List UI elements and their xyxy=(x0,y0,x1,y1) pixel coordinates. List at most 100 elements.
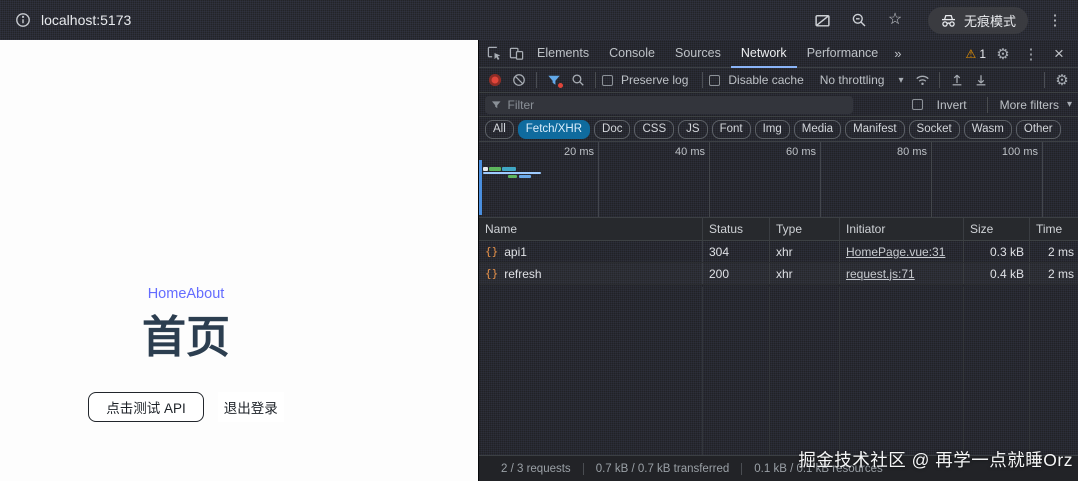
tab-sources[interactable]: Sources xyxy=(665,40,731,68)
request-name: refresh xyxy=(504,267,541,281)
table-row[interactable]: {} refresh 200 xhr request.js:71 0.4 kB … xyxy=(479,263,1078,285)
page-info-icon[interactable] xyxy=(14,11,32,29)
browser-menu-icon[interactable]: ⋮ xyxy=(1046,11,1064,29)
chip-media[interactable]: Media xyxy=(794,120,841,139)
devtools-close-icon[interactable]: × xyxy=(1048,44,1070,64)
timeline-gridline xyxy=(931,142,932,217)
timeline-tick: 60 ms xyxy=(760,146,816,158)
chip-img[interactable]: Img xyxy=(755,120,790,139)
resource-type-chips: All Fetch/XHR Doc CSS JS Font Img Media … xyxy=(479,117,1078,142)
devtools-panel: Elements Console Sources Network Perform… xyxy=(478,40,1078,481)
filter-options: Invert More filters ▾ xyxy=(912,97,1072,113)
inspect-element-icon[interactable] xyxy=(483,44,505,64)
filter-active-dot xyxy=(558,83,563,88)
chip-manifest[interactable]: Manifest xyxy=(845,120,904,139)
invert-label[interactable]: Invert xyxy=(937,98,967,112)
chip-css[interactable]: CSS xyxy=(634,120,674,139)
disable-cache-checkbox[interactable] xyxy=(709,75,720,86)
export-har-icon[interactable] xyxy=(970,70,992,90)
divider xyxy=(939,72,940,88)
tab-console[interactable]: Console xyxy=(599,40,665,68)
col-header-time[interactable]: Time xyxy=(1029,218,1078,240)
network-overview[interactable]: 20 ms 40 ms 60 ms 80 ms 100 ms xyxy=(479,142,1078,218)
preserve-log-label[interactable]: Preserve log xyxy=(621,73,688,87)
request-name-cell: {} refresh xyxy=(479,263,702,284)
search-network-icon[interactable] xyxy=(567,70,589,90)
app-page: HomeAbout 首页 点击测试 API 退出登录 xyxy=(0,40,478,481)
chip-js[interactable]: JS xyxy=(678,120,707,139)
network-conditions-icon[interactable] xyxy=(911,70,933,90)
invert-checkbox[interactable] xyxy=(912,99,923,110)
filter-icon[interactable] xyxy=(543,70,565,90)
initiator-link[interactable]: HomePage.vue:31 xyxy=(846,245,945,259)
address-url[interactable]: localhost:5173 xyxy=(41,12,131,28)
import-har-icon[interactable] xyxy=(946,70,968,90)
browser-actions: ☆ 无痕模式 ⋮ xyxy=(814,7,1078,34)
waterfall-bar xyxy=(502,167,516,171)
col-header-type[interactable]: Type xyxy=(769,218,839,240)
col-header-initiator[interactable]: Initiator xyxy=(839,218,963,240)
timeline-tick: 20 ms xyxy=(538,146,594,158)
search-icon[interactable] xyxy=(850,11,868,29)
filter-input[interactable] xyxy=(507,98,847,112)
device-toolbar-icon[interactable] xyxy=(505,44,527,64)
preserve-log-checkbox[interactable] xyxy=(602,75,613,86)
chevron-down-icon: ▾ xyxy=(1067,99,1072,110)
request-type: xhr xyxy=(769,263,839,284)
issues-counter[interactable]: ⚠ 1 xyxy=(966,47,986,61)
test-api-button[interactable]: 点击测试 API xyxy=(88,392,204,422)
overview-window-handle[interactable] xyxy=(479,160,482,215)
nav-link-home[interactable]: Home xyxy=(148,286,187,302)
request-name-cell: {} api1 xyxy=(479,241,702,262)
column-separator xyxy=(963,287,964,455)
bookmark-star-icon[interactable]: ☆ xyxy=(886,11,904,29)
address-bar[interactable]: localhost:5173 xyxy=(0,11,131,29)
network-settings-icon[interactable]: ⚙ xyxy=(1051,70,1073,90)
tab-elements[interactable]: Elements xyxy=(527,40,599,68)
more-filters-dropdown[interactable]: More filters ▾ xyxy=(1000,98,1072,112)
timeline-gridline xyxy=(709,142,710,217)
initiator-link[interactable]: request.js:71 xyxy=(846,267,915,281)
chip-other[interactable]: Other xyxy=(1016,120,1061,139)
timeline-tick: 100 ms xyxy=(982,146,1038,158)
request-type: xhr xyxy=(769,241,839,262)
col-header-status[interactable]: Status xyxy=(702,218,769,240)
chip-all[interactable]: All xyxy=(485,120,514,139)
col-header-size[interactable]: Size xyxy=(963,218,1029,240)
record-network-log-icon[interactable] xyxy=(489,74,501,86)
chip-socket[interactable]: Socket xyxy=(909,120,960,139)
tab-performance[interactable]: Performance xyxy=(797,40,889,68)
logout-button[interactable]: 退出登录 xyxy=(218,392,284,422)
devtools-tabbar: Elements Console Sources Network Perform… xyxy=(479,40,1078,68)
col-header-name[interactable]: Name xyxy=(479,218,702,240)
chip-doc[interactable]: Doc xyxy=(594,120,630,139)
warning-icon: ⚠ xyxy=(966,47,977,61)
chip-fetch-xhr[interactable]: Fetch/XHR xyxy=(518,120,590,139)
timeline-tick: 80 ms xyxy=(871,146,927,158)
tab-network[interactable]: Network xyxy=(731,40,797,68)
network-toolbar: Preserve log Disable cache No throttling… xyxy=(479,68,1078,93)
divider xyxy=(1044,72,1045,88)
incognito-label: 无痕模式 xyxy=(964,11,1016,30)
timeline-gridline xyxy=(1042,142,1043,217)
timeline-gridline xyxy=(598,142,599,217)
request-name: api1 xyxy=(504,245,527,259)
disable-cache-label[interactable]: Disable cache xyxy=(728,73,803,87)
timeline-gridline xyxy=(820,142,821,217)
devtools-settings-icon[interactable]: ⚙ xyxy=(992,44,1014,64)
page-actions: 点击测试 API 退出登录 xyxy=(0,392,372,422)
divider xyxy=(536,72,537,88)
nav-link-about[interactable]: About xyxy=(186,286,224,302)
more-tabs-icon[interactable]: » xyxy=(888,46,907,61)
request-time: 2 ms xyxy=(1029,241,1078,262)
throttling-select[interactable]: No throttling ▾ xyxy=(820,73,904,87)
devtools-menu-icon[interactable]: ⋮ xyxy=(1020,44,1042,64)
column-separator xyxy=(769,287,770,455)
chip-wasm[interactable]: Wasm xyxy=(964,120,1012,139)
chip-font[interactable]: Font xyxy=(712,120,751,139)
clear-network-log-icon[interactable] xyxy=(508,70,530,90)
table-row[interactable]: {} api1 304 xhr HomePage.vue:31 0.3 kB 2… xyxy=(479,241,1078,263)
divider xyxy=(702,72,703,88)
filter-input-box[interactable] xyxy=(485,96,853,114)
send-to-devices-icon[interactable] xyxy=(814,11,832,29)
